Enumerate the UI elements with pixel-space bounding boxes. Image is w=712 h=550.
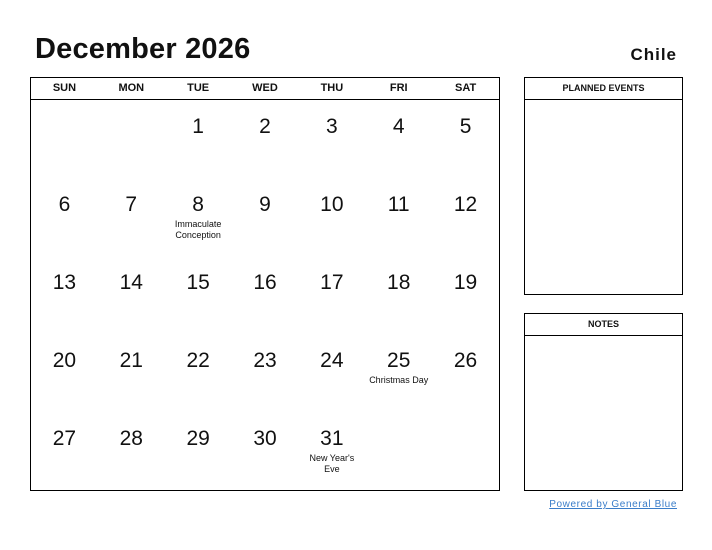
day-cell: 18 (365, 256, 432, 334)
holiday-label: Immaculate Conception (174, 219, 222, 240)
day-cell: 10 (298, 178, 365, 256)
day-cell: 19 (432, 256, 499, 334)
holiday-label: New Year's Eve (309, 453, 355, 474)
day-cell: 13 (31, 256, 98, 334)
day-number: 14 (119, 271, 143, 294)
notes-panel: NOTES (524, 313, 683, 491)
day-cell: 16 (232, 256, 299, 334)
day-cell: 20 (31, 334, 98, 412)
day-number: 30 (253, 427, 277, 450)
day-number: 12 (453, 193, 478, 216)
day-cell: 21 (98, 334, 165, 412)
day-cell: 2 (232, 100, 299, 178)
country-label: Chile (630, 45, 677, 64)
day-cell: 28 (98, 412, 165, 490)
day-number: 3 (326, 115, 338, 138)
weekday-header: SUN MON TUE WED THU FRI SAT (31, 78, 499, 100)
day-cell: 17 (298, 256, 365, 334)
day-cell (31, 100, 98, 178)
day-number: 7 (125, 193, 138, 216)
day-number: 11 (387, 193, 410, 216)
day-cell (98, 100, 165, 178)
weekday-tue: TUE (187, 82, 210, 94)
holiday-label: Christmas Day (369, 375, 429, 385)
day-cell: 6 (31, 178, 98, 256)
day-number: 18 (387, 271, 411, 294)
day-number: 10 (320, 193, 344, 216)
day-cell: 26 (432, 334, 499, 412)
weekday-wed: WED (252, 82, 278, 94)
day-cell: 22 (165, 334, 232, 412)
weekday-sun: SUN (52, 82, 77, 94)
day-cell: 8 Immaculate Conception (165, 178, 232, 256)
weekday-mon: MON (118, 82, 145, 94)
day-number: 25 (387, 349, 411, 372)
day-cell: 11 (365, 178, 432, 256)
weekday-sat: SAT (454, 82, 477, 94)
day-cell: 14 (98, 256, 165, 334)
day-cell: 12 (432, 178, 499, 256)
notes-heading: NOTES (525, 314, 682, 336)
day-cell (365, 412, 432, 490)
day-cell: 27 (31, 412, 98, 490)
day-number: 26 (453, 349, 478, 372)
day-cell: 5 (432, 100, 499, 178)
day-number: 15 (186, 271, 210, 294)
day-cell: 1 (165, 100, 232, 178)
day-cell: 15 (165, 256, 232, 334)
day-number: 17 (320, 271, 344, 294)
day-cell: 24 (298, 334, 365, 412)
day-cell: 4 (365, 100, 432, 178)
day-number: 4 (392, 115, 405, 138)
day-number: 6 (58, 193, 71, 216)
day-number: 19 (453, 271, 478, 294)
day-cell: 7 (98, 178, 165, 256)
day-number: 28 (119, 427, 143, 450)
day-number: 8 (192, 193, 204, 216)
day-number: 21 (119, 349, 143, 372)
planned-events-heading: PLANNED EVENTS (525, 78, 682, 100)
day-cell: 30 (232, 412, 299, 490)
day-number: 13 (52, 271, 77, 294)
planned-events-panel: PLANNED EVENTS (524, 77, 683, 295)
day-number: 31 (320, 427, 344, 450)
day-number: 9 (259, 193, 271, 216)
weekday-fri: FRI (389, 82, 408, 94)
day-cell: 23 (232, 334, 299, 412)
day-number: 20 (52, 349, 77, 372)
day-cell: 29 (165, 412, 232, 490)
day-number: 2 (259, 115, 271, 138)
day-number: 5 (459, 115, 472, 138)
powered-by-link[interactable]: Powered by General Blue (549, 499, 677, 510)
day-number: 27 (52, 427, 77, 450)
day-number: 22 (186, 349, 210, 372)
day-cell: 25 Christmas Day (365, 334, 432, 412)
day-number: 1 (192, 115, 204, 138)
day-number: 16 (253, 271, 277, 294)
day-cell: 31 New Year's Eve (298, 412, 365, 490)
calendar-grid: SUN MON TUE WED THU FRI SAT 1 2 3 4 5 6 7 8 Imma… (30, 77, 500, 491)
day-cell: 9 (232, 178, 299, 256)
days-grid: 1 2 3 4 5 6 7 8 Immaculate Conception 9 10 11 12 13 14… (31, 100, 499, 490)
day-cell (432, 412, 499, 490)
day-cell: 3 (298, 100, 365, 178)
weekday-thu: THU (320, 82, 344, 94)
day-number: 24 (320, 349, 344, 372)
day-number: 29 (186, 427, 210, 450)
month-title: December 2026 (35, 33, 251, 65)
day-number: 23 (253, 349, 277, 372)
